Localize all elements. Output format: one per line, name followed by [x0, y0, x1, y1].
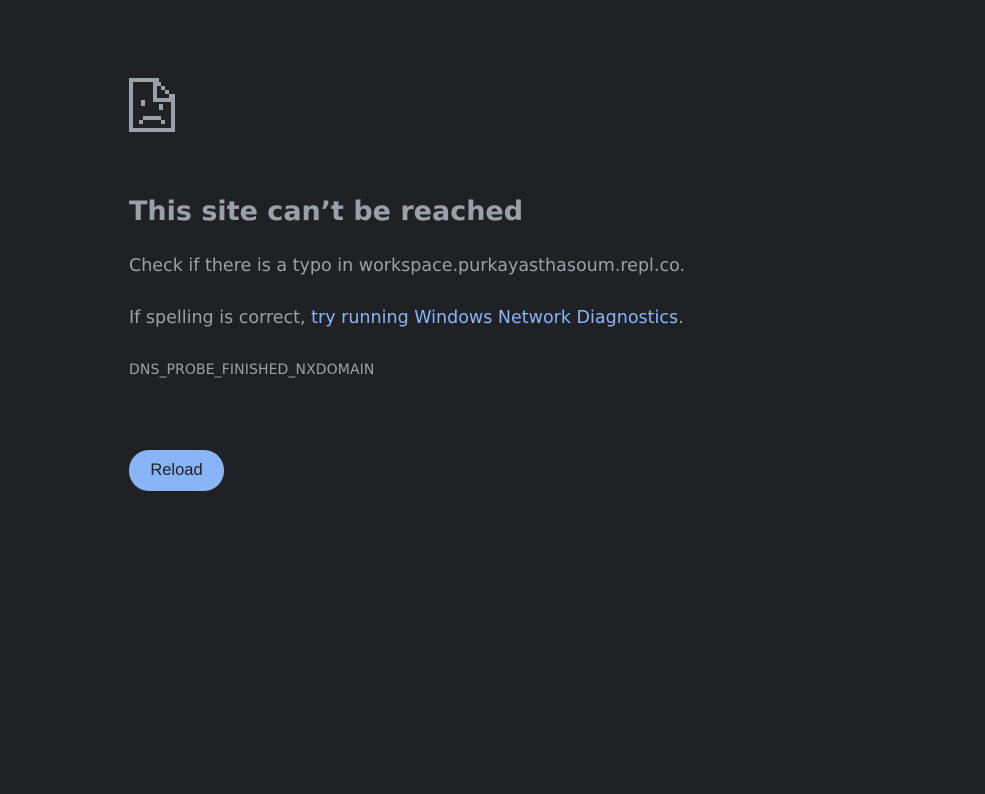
- diagnostics-suggestion: If spelling is correct, try running Wind…: [129, 305, 684, 331]
- reload-button[interactable]: Reload: [129, 450, 224, 491]
- diagnostics-suffix: .: [678, 308, 684, 328]
- sad-page-icon: [129, 78, 175, 132]
- diagnostics-prefix: If spelling is correct,: [129, 308, 312, 328]
- error-code: DNS_PROBE_FINISHED_NXDOMAIN: [129, 362, 375, 378]
- error-title: This site can’t be reached: [129, 196, 524, 227]
- typo-suggestion: Check if there is a typo in workspace.pu…: [129, 256, 686, 276]
- network-diagnostics-link[interactable]: try running Windows Network Diagnostics: [311, 308, 678, 328]
